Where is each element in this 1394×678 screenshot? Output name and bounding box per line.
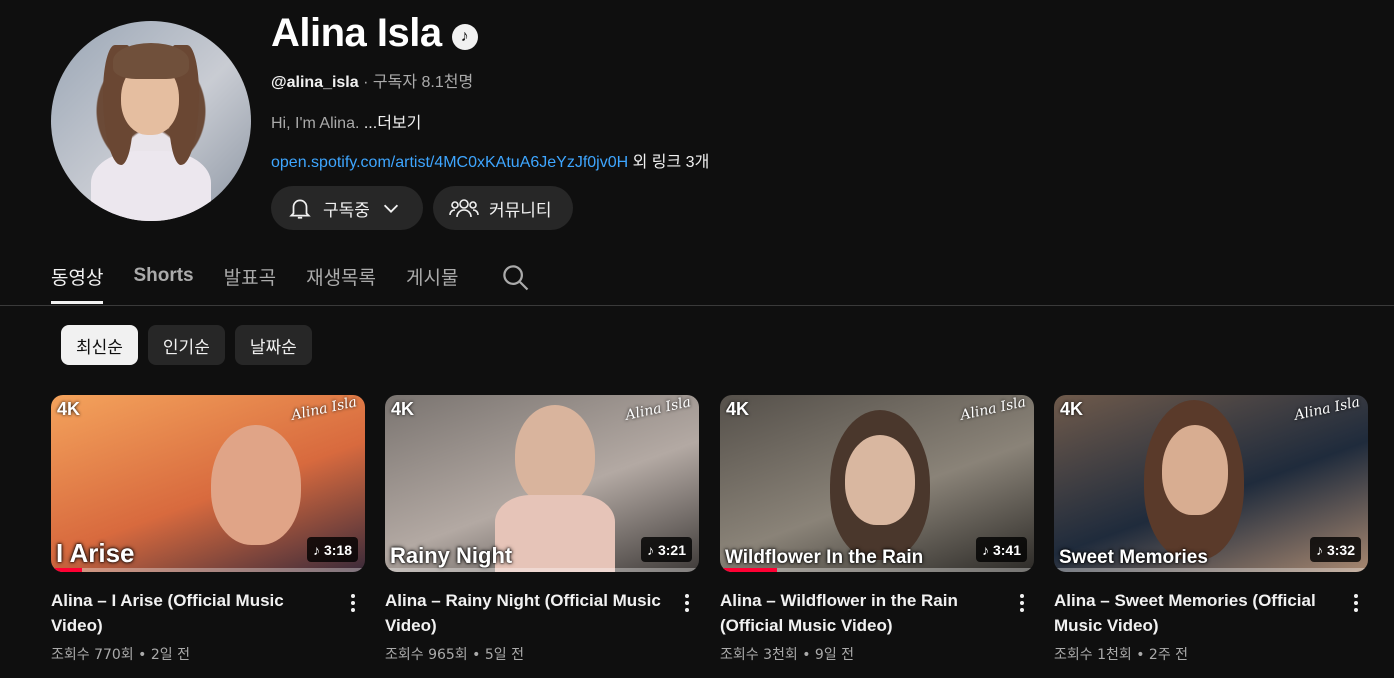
tab-videos[interactable]: 동영상 (51, 250, 104, 305)
community-button[interactable]: 커뮤니티 (433, 186, 573, 230)
video-title[interactable]: Alina – Wildflower in the Rain (Official… (720, 588, 1005, 638)
channel-handle: @alina_isla (271, 74, 359, 91)
channel-description[interactable]: Hi, I'm Alina. ...더보기 (271, 109, 421, 133)
thumbnail-title: Wildflower In the Rain (725, 547, 924, 568)
video-thumbnail[interactable]: 4K Alina Isla Sweet Memories ♪ 3:32 (1054, 395, 1368, 572)
description-more-link[interactable]: ...더보기 (364, 115, 422, 132)
more-options-icon[interactable] (1014, 591, 1030, 615)
channel-meta: @alina_isla · 구독자 8.1천명 (271, 68, 473, 92)
duration-badge: ♪ 3:18 (306, 537, 358, 562)
4k-badge: 4K (391, 399, 415, 419)
sort-chips: 최신순 인기순 날짜순 (61, 325, 312, 365)
music-note-icon: ♪ (451, 23, 478, 50)
spotify-link[interactable]: open.spotify.com/artist/4MC0xKAtuA6JeYzJ… (271, 154, 628, 171)
video-title[interactable]: Alina – I Arise (Official Music Video) (51, 588, 336, 638)
search-icon[interactable] (500, 262, 530, 292)
tab-playlists[interactable]: 재생목록 (306, 250, 376, 305)
community-label: 커뮤니티 (489, 200, 552, 221)
music-note-icon: ♪ (646, 541, 654, 558)
chip-oldest[interactable]: 날짜순 (234, 325, 312, 365)
signature-watermark: Alina Isla (1292, 395, 1361, 424)
signature-watermark: Alina Isla (958, 395, 1027, 424)
subscribed-label: 구독중 (323, 200, 370, 221)
channel-links: open.spotify.com/artist/4MC0xKAtuA6JeYzJ… (271, 148, 709, 172)
video-meta: 조회수 1천회 • 2주 전 (1054, 647, 1189, 663)
more-options-icon[interactable] (679, 591, 695, 615)
duration-badge: ♪ 3:41 (975, 537, 1027, 562)
video-info: Alina – Wildflower in the Rain (Official… (720, 572, 1034, 664)
video-thumbnail[interactable]: 4K Alina Isla Wildflower In the Rain ♪ 3:… (720, 395, 1034, 572)
video-card[interactable]: 4K Alina Isla Wildflower In the Rain ♪ 3:… (720, 395, 1034, 664)
video-card[interactable]: 4K Alina Isla I Arise ♪ 3:18 Alina – I Ar… (51, 395, 365, 664)
tab-releases[interactable]: 발표곡 (224, 250, 276, 305)
duration: 3:32 (1326, 541, 1355, 558)
video-meta: 조회수 965회 • 5일 전 (385, 647, 524, 663)
thumbnail-title: Rainy Night (390, 543, 513, 568)
video-thumbnail[interactable]: 4K Alina Isla I Arise ♪ 3:18 (51, 395, 365, 572)
duration-badge: ♪ 3:21 (640, 537, 692, 562)
avatar-hair (113, 43, 189, 79)
video-card[interactable]: 4K Alina Isla Sweet Memories ♪ 3:32 Alina… (1054, 395, 1368, 664)
more-options-icon[interactable] (345, 591, 361, 615)
channel-header: Alina Isla ♪ @alina_isla · 구독자 8.1천명 Hi,… (51, 8, 1351, 238)
channel-avatar[interactable] (51, 21, 251, 221)
duration: 3:21 (657, 541, 686, 558)
description-text: Hi, I'm Alina. (271, 115, 364, 132)
video-info: Alina – Rainy Night (Official Music Vide… (385, 572, 699, 664)
video-meta: 조회수 3천회 • 9일 전 (720, 647, 855, 663)
video-info: Alina – Sweet Memories (Official Music V… (1054, 572, 1368, 664)
subscribed-button[interactable]: 구독중 (271, 186, 423, 230)
video-meta: 조회수 770회 • 2일 전 (51, 647, 190, 663)
signature-watermark: Alina Isla (623, 395, 692, 424)
channel-name: Alina Isla (271, 11, 442, 55)
signature-watermark: Alina Isla (289, 395, 358, 424)
thumbnail-title: Sweet Memories (1059, 547, 1208, 568)
tabs-divider (0, 305, 1394, 306)
video-thumbnail[interactable]: 4K Alina Isla Rainy Night ♪ 3:21 (385, 395, 699, 572)
video-info: Alina – I Arise (Official Music Video) 조… (51, 572, 365, 664)
music-note-icon: ♪ (312, 541, 320, 558)
duration: 3:18 (323, 541, 352, 558)
thumbnail-subject (1162, 425, 1228, 515)
channel-tabs: 동영상 Shorts 발표곡 재생목록 게시물 (51, 250, 530, 305)
chip-latest[interactable]: 최신순 (61, 325, 138, 365)
thumbnail-title: I Arise (56, 538, 135, 568)
chip-popular[interactable]: 인기순 (147, 325, 225, 365)
tab-shorts[interactable]: Shorts (133, 250, 193, 305)
video-title[interactable]: Alina – Rainy Night (Official Music Vide… (385, 588, 670, 638)
video-card[interactable]: 4K Alina Isla Rainy Night ♪ 3:21 Alina – … (385, 395, 699, 664)
duration: 3:41 (992, 541, 1021, 558)
chevron-down-icon (383, 204, 398, 213)
4k-badge: 4K (726, 399, 750, 419)
video-title[interactable]: Alina – Sweet Memories (Official Music V… (1054, 588, 1339, 638)
thumbnail-subject (845, 435, 915, 525)
tab-posts[interactable]: 게시물 (406, 250, 458, 305)
people-icon (449, 199, 479, 218)
avatar-top (91, 151, 211, 221)
more-links-label[interactable]: 외 링크 3개 (628, 154, 710, 171)
thumbnail-subject (515, 405, 595, 505)
music-note-icon: ♪ (1315, 541, 1323, 558)
4k-badge: 4K (1060, 399, 1084, 419)
more-options-icon[interactable] (1348, 591, 1364, 615)
4k-badge: 4K (57, 399, 81, 419)
thumbnail-subject (495, 495, 615, 572)
meta-separator: · (358, 74, 373, 91)
music-note-icon: ♪ (981, 541, 989, 558)
thumbnail-subject (211, 425, 301, 545)
duration-badge: ♪ 3:32 (1309, 537, 1361, 562)
channel-title-row: Alina Isla ♪ (271, 11, 478, 56)
bell-icon (289, 199, 311, 219)
subscriber-count: 구독자 8.1천명 (372, 74, 474, 91)
